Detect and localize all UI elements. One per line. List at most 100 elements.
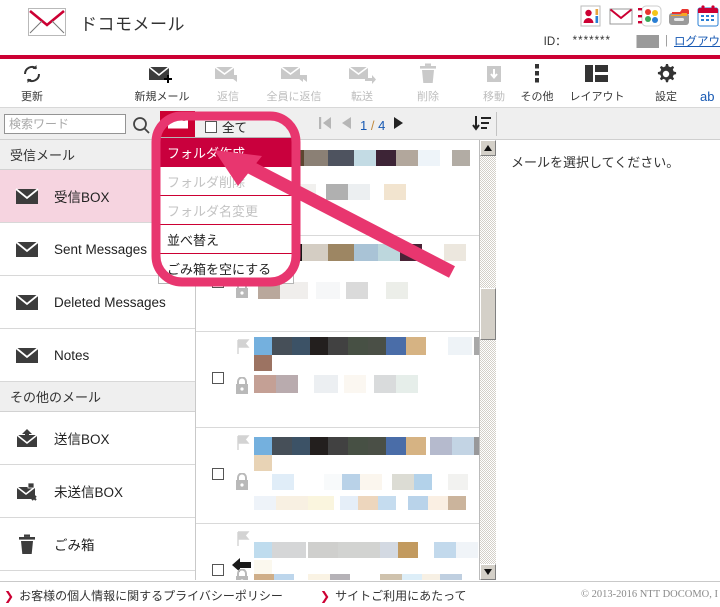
table-row[interactable] <box>196 428 495 524</box>
copyright-text: © 2013-2016 NTT DOCOMO, I <box>581 589 718 600</box>
prev-page-icon[interactable] <box>340 115 352 136</box>
page-footer: ❯ お客様の個人情報に関するプライバシーポリシー ❯ サイトご利用にあたって ©… <box>0 581 720 607</box>
table-row[interactable] <box>196 332 495 428</box>
select-all-checkbox[interactable] <box>205 120 217 133</box>
other-label: その他 <box>520 91 554 103</box>
reply-all-button[interactable]: 全員に返信 <box>262 61 326 104</box>
search-icon[interactable] <box>132 116 150 139</box>
contacts-icon[interactable] <box>580 4 604 28</box>
brand: ドコモメール <box>28 8 185 36</box>
sort-descending-icon[interactable] <box>472 114 492 139</box>
settings-button[interactable]: 設定 <box>634 61 698 104</box>
select-all-control[interactable]: 全て <box>205 117 247 136</box>
main-toolbar: 更新 新規メール 返信 全員に返信 転送 削除 移動 その他 レイアウト 設定 … <box>0 59 720 108</box>
page-slash: / <box>370 118 375 133</box>
id-label: ID： <box>543 36 567 48</box>
forward-button[interactable]: 転送 <box>330 61 394 104</box>
lock-icon <box>234 280 250 304</box>
toolbar-edge-text: ab <box>700 89 715 104</box>
user-id-bar: ID： ******* | ログアウ <box>544 33 720 49</box>
sidebar-item-notes[interactable]: Notes <box>0 329 195 382</box>
gear-icon <box>634 61 698 87</box>
footer-link-privacy[interactable]: ❯ お客様の個人情報に関するプライバシーポリシー <box>4 587 283 604</box>
forward-label: 転送 <box>351 91 373 103</box>
footer-link-label: お客様の個人情報に関するプライバシーポリシー <box>19 589 283 603</box>
layout-button[interactable]: レイアウト <box>565 61 629 104</box>
envelope-icon <box>14 187 40 205</box>
scrollbar-thumb[interactable] <box>480 288 496 340</box>
first-page-icon[interactable] <box>318 115 332 136</box>
app-header: ドコモメール ID： ******* | ログアウ <box>0 0 720 55</box>
sidebar-item-outbox[interactable]: 送信BOX <box>0 412 195 465</box>
reply-button[interactable]: 返信 <box>196 61 260 104</box>
header-app-icons <box>580 4 720 28</box>
mail-preview-pane: メールを選択してください。 <box>497 140 720 580</box>
other-button[interactable]: その他 <box>505 61 569 104</box>
id-value: ******* <box>572 35 611 47</box>
unsent-icon <box>14 482 40 501</box>
menu-empty-trash[interactable]: ごみ箱を空にする <box>159 254 293 283</box>
sidebar-item-label: ごみ箱 <box>54 538 95 553</box>
menu-item-label: フォルダ作成 <box>167 145 246 161</box>
folder-gear-icon <box>167 112 189 136</box>
menu-item-label: 並べ替え <box>167 232 220 248</box>
calendar-icon[interactable] <box>696 4 720 28</box>
settings-label: 設定 <box>655 91 677 103</box>
docomo-mail-window: ドコモメール ID： ******* | ログアウ 更新 新規メール 返信 全員… <box>0 0 720 607</box>
outbox-icon <box>14 428 40 448</box>
sidebar-item-label: 受信BOX <box>54 190 110 205</box>
logout-link[interactable]: ログアウ <box>674 33 720 49</box>
envelope-icon <box>14 293 40 311</box>
flag-icon <box>236 339 250 360</box>
footer-link-terms[interactable]: ❯ サイトご利用にあたって <box>320 587 466 604</box>
sidebar-item-label: Deleted Messages <box>54 294 166 310</box>
reply-icon <box>196 61 260 87</box>
menu-item-label: フォルダ削除 <box>167 174 246 190</box>
sidebar-item-unsent-box[interactable]: 未送信BOX <box>0 465 195 518</box>
select-all-label: 全て <box>222 121 248 135</box>
layout-label: レイアウト <box>569 91 625 103</box>
photo-collage-icon[interactable] <box>638 4 662 28</box>
lock-icon <box>234 376 250 400</box>
delete-button[interactable]: 削除 <box>396 61 460 104</box>
row-checkbox[interactable] <box>212 372 224 384</box>
lock-icon <box>234 568 250 580</box>
storage-box-icon[interactable] <box>667 4 691 28</box>
mail-icon[interactable] <box>609 4 633 28</box>
list-subtoolbar: 全て 1 / 4 <box>0 108 720 140</box>
page-title: ドコモメール <box>80 14 185 34</box>
trash-icon <box>14 534 40 555</box>
table-row[interactable] <box>196 524 495 580</box>
row-checkbox[interactable] <box>212 468 224 480</box>
kebab-icon <box>505 61 569 87</box>
sidebar-item-label: Sent Messages <box>54 241 148 257</box>
page-indicator: 1 / 4 <box>360 118 385 133</box>
menu-rename-folder: フォルダ名変更 <box>159 196 293 225</box>
sidebar-item-label: Notes <box>54 347 90 363</box>
flag-icon <box>236 435 250 456</box>
envelope-logo-icon <box>28 8 66 36</box>
next-page-icon[interactable] <box>393 115 405 136</box>
total-pages: 4 <box>378 118 386 133</box>
refresh-icon <box>0 61 64 87</box>
reply-all-icon <box>262 61 326 87</box>
menu-item-label: フォルダ名変更 <box>167 203 259 219</box>
menu-create-folder[interactable]: フォルダ作成 <box>159 138 293 167</box>
scroll-down-icon[interactable] <box>480 564 496 580</box>
folder-menu-button[interactable] <box>160 111 195 137</box>
envelope-icon <box>14 346 40 364</box>
search-input[interactable] <box>4 114 126 134</box>
new-mail-button[interactable]: 新規メール <box>130 61 194 104</box>
refresh-button[interactable]: 更新 <box>0 61 64 104</box>
sidebar-item-trash[interactable]: ごみ箱 <box>0 518 195 571</box>
scroll-up-icon[interactable] <box>480 140 496 156</box>
flag-icon <box>236 531 250 552</box>
forward-icon <box>330 61 394 87</box>
mail-list-scrollbar[interactable] <box>479 140 496 580</box>
pagination: 1 / 4 <box>318 115 405 136</box>
folder-context-menu: フォルダ作成 フォルダ削除 フォルダ名変更 並べ替え ごみ箱を空にする <box>158 137 294 284</box>
menu-sort[interactable]: 並べ替え <box>159 225 293 254</box>
row-checkbox[interactable] <box>212 564 224 576</box>
sidebar-item-label: 送信BOX <box>54 432 110 447</box>
preview-empty-message: メールを選択してください。 <box>511 155 680 170</box>
